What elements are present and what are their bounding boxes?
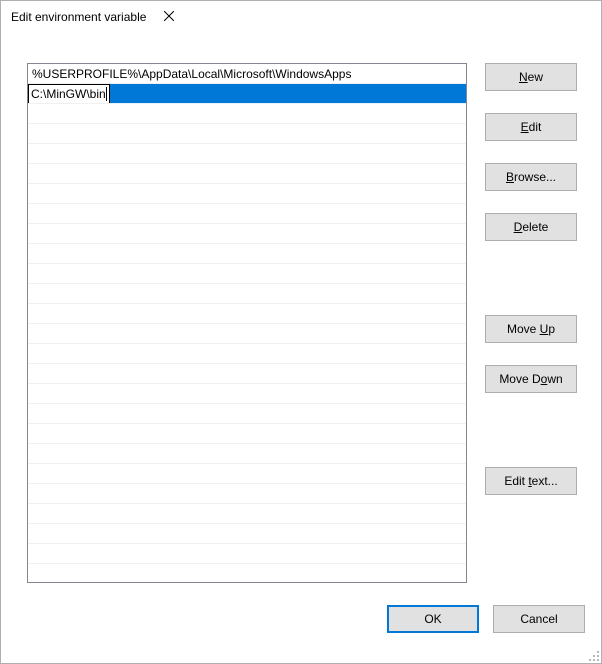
- titlebar: Edit environment variable: [1, 1, 601, 33]
- browse-button[interactable]: Browse...: [485, 163, 577, 191]
- list-item-empty[interactable]: [28, 384, 466, 404]
- close-icon: [164, 10, 174, 24]
- path-list[interactable]: %USERPROFILE%\AppData\Local\Microsoft\Wi…: [27, 63, 467, 583]
- dialog-content: %USERPROFILE%\AppData\Local\Microsoft\Wi…: [1, 33, 601, 593]
- list-item-empty[interactable]: [28, 324, 466, 344]
- list-item-editing[interactable]: C:\MinGW\bin: [28, 84, 466, 104]
- list-item-empty[interactable]: [28, 564, 466, 583]
- close-button[interactable]: [146, 2, 191, 32]
- spacer: [485, 415, 577, 467]
- move-up-button[interactable]: Move Up: [485, 315, 577, 343]
- list-item-empty[interactable]: [28, 524, 466, 544]
- list-item-empty[interactable]: [28, 464, 466, 484]
- list-item-empty[interactable]: [28, 224, 466, 244]
- inline-edit-field[interactable]: C:\MinGW\bin: [28, 84, 110, 104]
- dialog-footer: OK Cancel: [1, 593, 601, 633]
- spacer: [485, 263, 577, 315]
- list-item-empty[interactable]: [28, 444, 466, 464]
- resize-grip[interactable]: [588, 650, 600, 662]
- resize-grip-icon: [588, 650, 600, 662]
- window-title: Edit environment variable: [11, 10, 146, 24]
- list-item-empty[interactable]: [28, 424, 466, 444]
- list-item-empty[interactable]: [28, 164, 466, 184]
- list-item-empty[interactable]: [28, 504, 466, 524]
- list-item-empty[interactable]: [28, 144, 466, 164]
- delete-button[interactable]: Delete: [485, 213, 577, 241]
- list-item-empty[interactable]: [28, 124, 466, 144]
- list-item-empty[interactable]: [28, 264, 466, 284]
- list-item-empty[interactable]: [28, 404, 466, 424]
- list-item-empty[interactable]: [28, 244, 466, 264]
- list-item[interactable]: %USERPROFILE%\AppData\Local\Microsoft\Wi…: [28, 64, 466, 84]
- list-item-empty[interactable]: [28, 204, 466, 224]
- edit-text-button[interactable]: Edit text...: [485, 467, 577, 495]
- edit-button[interactable]: Edit: [485, 113, 577, 141]
- list-item-empty[interactable]: [28, 284, 466, 304]
- ok-label: OK: [424, 612, 441, 626]
- new-button[interactable]: New: [485, 63, 577, 91]
- list-item-empty[interactable]: [28, 344, 466, 364]
- list-item-empty[interactable]: [28, 104, 466, 124]
- button-column: New Edit Browse... Delete Move Up Move D…: [485, 63, 577, 583]
- text-caret: [106, 87, 107, 101]
- ok-button[interactable]: OK: [387, 605, 479, 633]
- list-item-empty[interactable]: [28, 304, 466, 324]
- list-item-empty[interactable]: [28, 484, 466, 504]
- list-item-empty[interactable]: [28, 184, 466, 204]
- cancel-button[interactable]: Cancel: [493, 605, 585, 633]
- list-item-empty[interactable]: [28, 544, 466, 564]
- list-item-empty[interactable]: [28, 364, 466, 384]
- inline-edit-text: C:\MinGW\bin: [31, 84, 106, 104]
- cancel-label: Cancel: [520, 612, 557, 626]
- move-down-button[interactable]: Move Down: [485, 365, 577, 393]
